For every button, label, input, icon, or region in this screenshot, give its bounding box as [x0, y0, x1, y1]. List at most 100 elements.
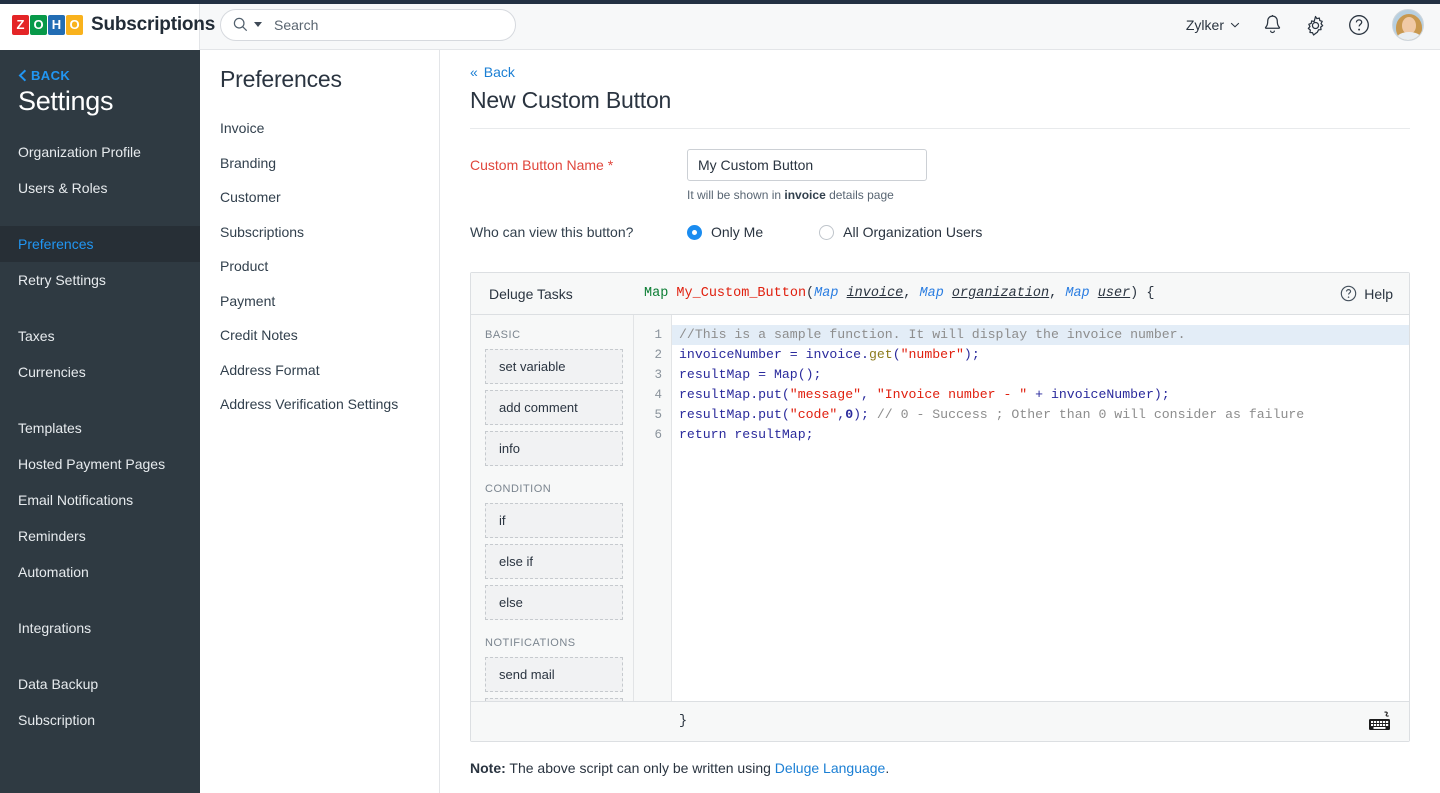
- custom-button-name-input[interactable]: [687, 149, 927, 181]
- sidebar-item-currencies[interactable]: Currencies: [0, 354, 200, 390]
- helper-suffix: details page: [825, 188, 894, 202]
- preferences-item-invoice[interactable]: Invoice: [200, 111, 439, 146]
- brand-area[interactable]: Z O H O Subscriptions: [0, 0, 233, 50]
- settings-gear-icon[interactable]: [1305, 15, 1326, 36]
- preferences-item-customer[interactable]: Customer: [200, 180, 439, 215]
- custom-button-name-field-group: It will be shown in invoice details page: [687, 149, 927, 202]
- custom-button-name-helper: It will be shown in invoice details page: [687, 188, 927, 202]
- signature-param-0-type: Map: [814, 286, 839, 301]
- line-number-gutter: 1 2 3 4 5 6: [634, 315, 672, 701]
- preferences-panel: Preferences Invoice Branding Customer Subsc…: [200, 50, 440, 793]
- radio-all-org-users-label: All Organization Users: [843, 224, 983, 240]
- chevron-down-icon: [1230, 22, 1240, 28]
- sidebar-group-divider: [0, 390, 200, 410]
- sidebar-item-reminders[interactable]: Reminders: [0, 518, 200, 554]
- code-line[interactable]: return resultMap;: [672, 425, 1409, 445]
- preferences-item-credit-notes[interactable]: Credit Notes: [200, 318, 439, 353]
- task-group-spacer: [485, 626, 623, 637]
- user-avatar[interactable]: [1392, 9, 1424, 41]
- closing-brace: }: [679, 714, 688, 729]
- page-title: New Custom Button: [470, 87, 1410, 129]
- note-body: The above script can only be written usi…: [505, 760, 775, 776]
- line-number: 6: [654, 428, 662, 442]
- task-group-title-basic: BASIC: [485, 329, 521, 341]
- preferences-list: Invoice Branding Customer Subscriptions Prod…: [200, 111, 439, 422]
- app-root: Z O H O Subscriptions Search Zylker BACK…: [0, 0, 1440, 793]
- task-tile-else-if[interactable]: else if: [485, 544, 623, 579]
- sidebar-item-templates[interactable]: Templates: [0, 410, 200, 446]
- sidebar-item-preferences[interactable]: Preferences: [0, 226, 200, 262]
- help-circle-icon[interactable]: [1348, 14, 1370, 36]
- sidebar-item-hosted-payment-pages[interactable]: Hosted Payment Pages: [0, 446, 200, 482]
- code-line[interactable]: invoiceNumber = invoice.get("number");: [672, 345, 1409, 365]
- task-group-spacer: [485, 472, 623, 483]
- line-number: 4: [654, 388, 662, 402]
- back-link[interactable]: « Back: [470, 64, 1410, 80]
- custom-button-name-label: Custom Button Name *: [470, 157, 614, 173]
- search-scope-caret-icon[interactable]: [254, 22, 262, 27]
- sidebar-item-integrations[interactable]: Integrations: [0, 610, 200, 646]
- preferences-item-product[interactable]: Product: [200, 249, 439, 284]
- signature-return-type: Map: [644, 286, 669, 301]
- task-tile-add-comment[interactable]: add comment: [485, 390, 623, 425]
- note-bold-label: Note:: [470, 760, 506, 776]
- line-number: 3: [654, 368, 662, 382]
- preferences-item-subscriptions[interactable]: Subscriptions: [200, 215, 439, 250]
- code-editor[interactable]: //This is a sample function. It will dis…: [672, 315, 1409, 701]
- sidebar-group-divider: [0, 646, 200, 666]
- sidebar-item-subscription[interactable]: Subscription: [0, 702, 200, 738]
- code-line[interactable]: resultMap.put("code",0); // 0 - Success …: [672, 405, 1409, 425]
- zoho-logo: Z O H O: [12, 14, 84, 36]
- help-button[interactable]: Help: [1340, 285, 1409, 302]
- radio-option-all-org-users[interactable]: All Organization Users: [819, 224, 982, 240]
- preferences-item-address-format[interactable]: Address Format: [200, 353, 439, 388]
- sidebar-item-users-roles[interactable]: Users & Roles: [0, 170, 200, 206]
- signature-close: ) {: [1130, 286, 1155, 301]
- task-tile-send-mail[interactable]: send mail: [485, 657, 623, 692]
- search-input[interactable]: Search: [220, 8, 516, 41]
- preferences-item-payment[interactable]: Payment: [200, 284, 439, 319]
- sidebar-group-divider: [0, 590, 200, 610]
- deluge-language-link[interactable]: Deluge Language: [775, 760, 886, 776]
- notification-bell-icon[interactable]: [1262, 14, 1283, 36]
- radio-all-org-users[interactable]: [819, 224, 835, 240]
- sidebar-back-label: BACK: [31, 68, 71, 83]
- sidebar-item-data-backup[interactable]: Data Backup: [0, 666, 200, 702]
- task-palette: BASIC set variable add comment info CONDITIO…: [471, 315, 634, 701]
- logo-letter-o1: O: [30, 14, 47, 35]
- sidebar-item-organization-profile[interactable]: Organization Profile: [0, 134, 200, 170]
- chevron-left-icon: [18, 69, 27, 82]
- note-text: Note: The above script can only be writt…: [470, 760, 1410, 776]
- code-line[interactable]: resultMap.put("message", "Invoice number…: [672, 385, 1409, 405]
- editor-body: BASIC set variable add comment info CONDITIO…: [471, 315, 1409, 701]
- sidebar-title: Settings: [18, 86, 114, 116]
- task-tile-set-variable[interactable]: set variable: [485, 349, 623, 384]
- signature-open-paren: (: [806, 286, 815, 301]
- code-area[interactable]: 1 2 3 4 5 6 //This is a sample function. It w…: [634, 315, 1409, 701]
- signature-param-2-type: Map: [1065, 286, 1090, 301]
- sidebar-back-link[interactable]: BACK: [0, 50, 200, 83]
- code-line[interactable]: resultMap = Map();: [672, 365, 1409, 385]
- radio-option-only-me[interactable]: Only Me: [687, 224, 763, 240]
- task-tile-else[interactable]: else: [485, 585, 623, 620]
- radio-only-me[interactable]: [687, 224, 702, 240]
- sidebar-item-retry-settings[interactable]: Retry Settings: [0, 262, 200, 298]
- help-label: Help: [1364, 285, 1393, 302]
- task-tile-info[interactable]: info: [485, 431, 623, 466]
- sidebar-item-email-notifications[interactable]: Email Notifications: [0, 482, 200, 518]
- top-bar: Z O H O Subscriptions Search Zylker: [0, 0, 1440, 50]
- signature-function-name: My_Custom_Button: [676, 286, 807, 301]
- task-tile-if[interactable]: if: [485, 503, 623, 538]
- visibility-options: Only Me All Organization Users: [687, 224, 982, 240]
- org-switcher[interactable]: Zylker: [1186, 17, 1240, 33]
- sidebar-item-automation[interactable]: Automation: [0, 554, 200, 590]
- keyboard-icon[interactable]: [1367, 710, 1409, 733]
- preferences-item-address-verification-settings[interactable]: Address Verification Settings: [200, 387, 439, 422]
- signature-param-2-name: user: [1097, 286, 1131, 301]
- radio-only-me-label: Only Me: [711, 224, 764, 240]
- code-line[interactable]: //This is a sample function. It will dis…: [672, 325, 1409, 345]
- sidebar-item-taxes[interactable]: Taxes: [0, 318, 200, 354]
- preferences-item-branding[interactable]: Branding: [200, 146, 439, 181]
- signature-param-1-name: organization: [951, 286, 1050, 301]
- visibility-row: Who can view this button? Only Me All Or…: [470, 224, 1410, 240]
